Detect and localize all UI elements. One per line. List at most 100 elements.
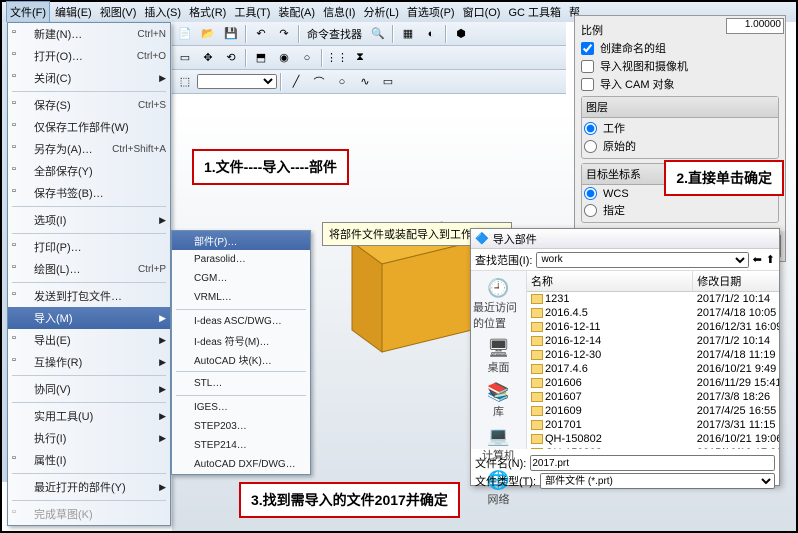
menu-9[interactable]: 首选项(P) bbox=[404, 2, 458, 22]
file-row[interactable]: 2016072017/3/8 18:26 bbox=[527, 390, 779, 404]
file-row[interactable]: 2017012017/3/31 11:15 bbox=[527, 418, 779, 432]
menuitem[interactable]: 选项(I)▶ bbox=[8, 209, 170, 231]
file-row[interactable]: 2016062016/11/29 15:41 bbox=[527, 376, 779, 390]
menu-8[interactable]: 分析(L) bbox=[360, 2, 401, 22]
radio-orig-layer[interactable] bbox=[584, 140, 597, 153]
menuitem[interactable]: ▫保存(S)Ctrl+S bbox=[8, 94, 170, 116]
move-icon[interactable]: ✥ bbox=[197, 48, 219, 68]
file-row[interactable]: 2016-12-112016/12/31 16:09 bbox=[527, 320, 779, 334]
menuitem[interactable]: ▫仅保存工作部件(W) bbox=[8, 116, 170, 138]
place-item[interactable]: 📚库 bbox=[485, 379, 513, 421]
menuitem[interactable]: ▫发送到打包文件… bbox=[8, 285, 170, 307]
submenu-item[interactable]: AutoCAD 块(K)… bbox=[172, 350, 310, 369]
submenu-item[interactable]: CGM… bbox=[172, 269, 310, 288]
col-name[interactable]: 名称 bbox=[527, 271, 693, 292]
chk-views[interactable] bbox=[581, 60, 594, 73]
file-row[interactable]: 2016092017/4/25 16:55 bbox=[527, 404, 779, 418]
menu-0[interactable]: 文件(F) bbox=[6, 1, 50, 23]
filetype-select[interactable]: 部件文件 (*.prt) bbox=[540, 473, 775, 489]
tool-misc-icon[interactable]: ⬢ bbox=[450, 24, 472, 44]
menuitem[interactable]: ▫互操作(R)▶ bbox=[8, 351, 170, 373]
submenu-item[interactable]: IGES… bbox=[172, 398, 310, 417]
circle-icon[interactable]: ○ bbox=[331, 72, 353, 92]
arc-icon[interactable]: ⌒ bbox=[308, 72, 330, 92]
file-row[interactable]: QH-1508032015/10/19 17:20 bbox=[527, 446, 779, 449]
menuitem[interactable]: ▫导出(E)▶ bbox=[8, 329, 170, 351]
search-icon[interactable]: 🔍 bbox=[367, 24, 389, 44]
menuitem[interactable]: ▫打印(P)… bbox=[8, 236, 170, 258]
filter-select[interactable] bbox=[197, 74, 277, 89]
select-icon[interactable]: ▭ bbox=[174, 48, 196, 68]
submenu-item[interactable]: STL… bbox=[172, 374, 310, 393]
chk-cam[interactable] bbox=[581, 78, 594, 91]
menuitem[interactable]: ▫完成草图(K) bbox=[8, 503, 170, 525]
menuitem[interactable]: ▫属性(I) bbox=[8, 449, 170, 471]
menuitem[interactable]: ▫打开(O)…Ctrl+O bbox=[8, 45, 170, 67]
line-icon[interactable]: ╱ bbox=[285, 72, 307, 92]
filename-input[interactable] bbox=[530, 455, 775, 471]
menu-7[interactable]: 信息(I) bbox=[320, 2, 358, 22]
file-list[interactable]: 名称 修改日期 12312017/1/2 10:142016.4.52017/4… bbox=[527, 271, 779, 449]
menuitem[interactable]: 最近打开的部件(Y)▶ bbox=[8, 476, 170, 498]
menuitem[interactable]: ▫绘图(L)…Ctrl+P bbox=[8, 258, 170, 280]
tool-undo-icon[interactable]: ↶ bbox=[250, 24, 272, 44]
file-row[interactable]: QH-1508022016/10/21 19:06 bbox=[527, 432, 779, 446]
menuitem[interactable]: ▫全部保存(Y) bbox=[8, 160, 170, 182]
tool-new-icon[interactable]: 📄 bbox=[174, 24, 196, 44]
menuitem[interactable]: ▫关闭(C)▶ bbox=[8, 67, 170, 89]
submenu-item[interactable]: 部件(P)… bbox=[172, 231, 310, 250]
menu-3[interactable]: 插入(S) bbox=[141, 2, 184, 22]
col-date[interactable]: 修改日期 bbox=[693, 271, 779, 292]
menu-2[interactable]: 视图(V) bbox=[97, 2, 140, 22]
curve-icon[interactable]: ∿ bbox=[354, 72, 376, 92]
menuitem[interactable]: ▫保存书签(B)… bbox=[8, 182, 170, 204]
mirror-icon[interactable]: ⧗ bbox=[349, 48, 371, 68]
submenu-item[interactable]: Parasolid… bbox=[172, 250, 310, 269]
menu-4[interactable]: 格式(R) bbox=[186, 2, 229, 22]
submenu-item[interactable]: STEP214… bbox=[172, 436, 310, 455]
menu-11[interactable]: GC 工具箱 bbox=[505, 2, 564, 22]
tool-cube-icon[interactable]: ▦ bbox=[397, 24, 419, 44]
chk-named-group[interactable] bbox=[581, 42, 594, 55]
submenu-item[interactable]: I-deas ASC/DWG… bbox=[172, 312, 310, 331]
submenu-item[interactable]: AutoCAD DXF/DWG… bbox=[172, 455, 310, 474]
place-item[interactable]: 🖥桌面 bbox=[485, 335, 513, 377]
menuitem[interactable]: 实用工具(U)▶ bbox=[8, 405, 170, 427]
rect-icon[interactable]: ▭ bbox=[377, 72, 399, 92]
tool-save-icon[interactable]: 💾 bbox=[220, 24, 242, 44]
tool-shade-icon[interactable]: ◐ bbox=[420, 24, 442, 44]
menu-1[interactable]: 编辑(E) bbox=[52, 2, 95, 22]
menuitem[interactable]: 协同(V)▶ bbox=[8, 378, 170, 400]
folder-select[interactable]: work bbox=[536, 252, 748, 268]
file-row[interactable]: 2016.4.52017/4/18 10:05 bbox=[527, 306, 779, 320]
tool-redo-icon[interactable]: ↷ bbox=[273, 24, 295, 44]
back-icon[interactable]: ⬅ bbox=[753, 253, 762, 266]
file-row[interactable]: 2017.4.62016/10/21 9:49 bbox=[527, 362, 779, 376]
up-icon[interactable]: ⬆ bbox=[766, 253, 775, 266]
menuitem[interactable]: 导入(M)▶ bbox=[8, 307, 170, 329]
menu-6[interactable]: 装配(A) bbox=[275, 2, 318, 22]
file-row[interactable]: 2016-12-142017/1/2 10:14 bbox=[527, 334, 779, 348]
submenu-item[interactable]: VRML… bbox=[172, 288, 310, 307]
radio-specify[interactable] bbox=[584, 204, 597, 217]
tool-open-icon[interactable]: 📂 bbox=[197, 24, 219, 44]
submenu-item[interactable]: STEP203… bbox=[172, 417, 310, 436]
menu-5[interactable]: 工具(T) bbox=[231, 2, 273, 22]
extrude-icon[interactable]: ⬒ bbox=[250, 48, 272, 68]
file-row[interactable]: 2016-12-302017/4/18 11:19 bbox=[527, 348, 779, 362]
ratio-value[interactable]: 1.00000 bbox=[726, 18, 784, 34]
rotate-icon[interactable]: ⟲ bbox=[220, 48, 242, 68]
hole-icon[interactable]: ○ bbox=[296, 48, 318, 68]
pattern-icon[interactable]: ⋮⋮ bbox=[326, 48, 348, 68]
menu-10[interactable]: 窗口(O) bbox=[460, 2, 504, 22]
revolve-icon[interactable]: ◉ bbox=[273, 48, 295, 68]
place-item[interactable]: 🕘最近访问的位置 bbox=[471, 275, 526, 333]
submenu-item[interactable]: I-deas 符号(M)… bbox=[172, 331, 310, 350]
menuitem[interactable]: ▫新建(N)…Ctrl+N bbox=[8, 23, 170, 45]
file-row[interactable]: 12312017/1/2 10:14 bbox=[527, 292, 779, 307]
menuitem[interactable]: ▫另存为(A)…Ctrl+Shift+A bbox=[8, 138, 170, 160]
sel-all-icon[interactable]: ⬚ bbox=[174, 72, 196, 92]
radio-work-layer[interactable] bbox=[584, 122, 597, 135]
menuitem[interactable]: 执行(I)▶ bbox=[8, 427, 170, 449]
radio-wcs[interactable] bbox=[584, 187, 597, 200]
